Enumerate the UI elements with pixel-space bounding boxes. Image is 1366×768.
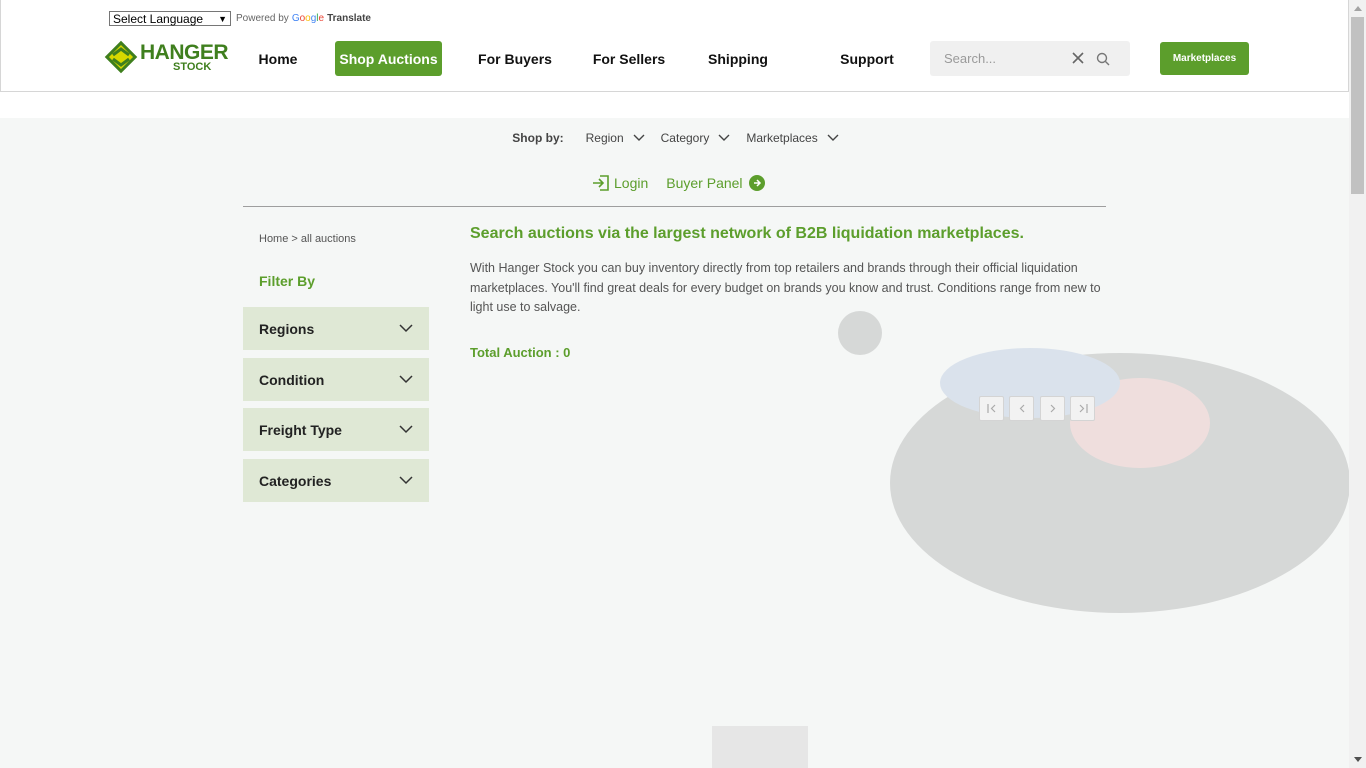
page-description: With Hanger Stock you can buy inventory … bbox=[470, 261, 1101, 314]
chevron-down-icon bbox=[827, 134, 839, 141]
scrollbar-thumb[interactable] bbox=[1351, 17, 1364, 194]
decorative-background-art bbox=[838, 311, 1349, 613]
buyer-panel-link[interactable]: Buyer Panel bbox=[666, 175, 765, 191]
filter-categories[interactable]: Categories bbox=[243, 459, 429, 502]
page-headline: Search auctions via the largest network … bbox=[470, 225, 1024, 242]
shop-by-label: Shop by: bbox=[512, 131, 564, 145]
chevron-down-icon bbox=[399, 425, 413, 434]
nav-home[interactable]: Home bbox=[251, 41, 305, 76]
chevron-down-icon: ▼ bbox=[218, 13, 227, 24]
arrow-right-circle-icon bbox=[748, 175, 765, 191]
filter-by-title: Filter By bbox=[259, 273, 316, 289]
language-select[interactable]: Select Language ▼ bbox=[109, 11, 231, 26]
filter-label: Freight Type bbox=[259, 421, 342, 438]
shop-by-region-dropdown[interactable]: Region bbox=[586, 131, 645, 145]
search-icon[interactable] bbox=[1096, 52, 1110, 66]
language-select-value: Select Language bbox=[113, 11, 204, 26]
first-page-icon bbox=[986, 404, 995, 413]
search-input[interactable] bbox=[944, 51, 1074, 66]
login-label: Login bbox=[614, 175, 649, 191]
filter-label: Regions bbox=[259, 320, 315, 337]
auth-links: Login Buyer Panel bbox=[592, 175, 765, 191]
previous-page-button[interactable] bbox=[1009, 396, 1034, 421]
chevron-down-icon bbox=[399, 324, 413, 333]
filter-freight-type[interactable]: Freight Type bbox=[243, 408, 429, 451]
hanger-stock-logo[interactable]: HANGER STOCK bbox=[104, 40, 229, 74]
close-icon[interactable] bbox=[1071, 51, 1085, 65]
translate-link[interactable]: Translate bbox=[327, 13, 371, 24]
nav-support[interactable]: Support bbox=[835, 41, 899, 76]
breadcrumb[interactable]: Home > all auctions bbox=[259, 233, 356, 245]
nav-for-sellers[interactable]: For Sellers bbox=[589, 41, 669, 76]
next-page-button[interactable] bbox=[1040, 396, 1065, 421]
logo-text-hanger: HANGER bbox=[140, 40, 229, 64]
scroll-up-arrow-icon[interactable] bbox=[1349, 0, 1366, 17]
last-page-icon bbox=[1079, 404, 1088, 413]
google-translate-widget: Select Language ▼ Powered by Google Tran… bbox=[109, 11, 371, 26]
filter-condition[interactable]: Condition bbox=[243, 358, 429, 401]
scroll-down-arrow-icon[interactable] bbox=[1349, 751, 1366, 768]
vertical-scrollbar[interactable] bbox=[1349, 0, 1366, 768]
marketplaces-button[interactable]: Marketplaces bbox=[1160, 42, 1249, 75]
shop-by-marketplaces-dropdown[interactable]: Marketplaces bbox=[746, 131, 839, 145]
decorative-box bbox=[712, 726, 808, 768]
chevron-down-icon bbox=[399, 375, 413, 384]
dropdown-label: Region bbox=[585, 131, 624, 145]
first-page-button[interactable] bbox=[979, 396, 1004, 421]
powered-by-text: Powered by bbox=[236, 13, 289, 24]
page-background bbox=[0, 118, 1349, 768]
search-box bbox=[930, 41, 1130, 76]
chevron-down-icon bbox=[718, 134, 730, 141]
shop-by-bar: Shop by: Region Category Marketplaces bbox=[0, 131, 1349, 145]
dropdown-label: Marketplaces bbox=[746, 131, 818, 145]
chevron-right-icon bbox=[1050, 404, 1055, 413]
filter-regions[interactable]: Regions bbox=[243, 307, 429, 350]
filter-label: Condition bbox=[259, 371, 325, 388]
nav-for-buyers[interactable]: For Buyers bbox=[475, 41, 555, 76]
section-divider bbox=[243, 206, 1106, 207]
nav-shipping[interactable]: Shipping bbox=[703, 41, 773, 76]
login-icon bbox=[593, 175, 609, 191]
shop-by-category-dropdown[interactable]: Category bbox=[661, 131, 731, 145]
filter-label: Categories bbox=[259, 472, 332, 489]
site-header: Select Language ▼ Powered by Google Tran… bbox=[0, 0, 1349, 92]
chevron-down-icon bbox=[399, 476, 413, 485]
google-logo-text: Google bbox=[291, 13, 325, 24]
buyer-panel-label: Buyer Panel bbox=[666, 175, 743, 191]
chevron-left-icon bbox=[1019, 404, 1024, 413]
last-page-button[interactable] bbox=[1070, 396, 1095, 421]
chevron-down-icon bbox=[633, 134, 645, 141]
dropdown-label: Category bbox=[660, 131, 710, 145]
logo-mark-icon bbox=[104, 40, 138, 74]
total-auction-count: Total Auction : 0 bbox=[470, 345, 571, 360]
login-link[interactable]: Login bbox=[592, 175, 648, 191]
nav-shop-auctions[interactable]: Shop Auctions bbox=[335, 41, 442, 76]
